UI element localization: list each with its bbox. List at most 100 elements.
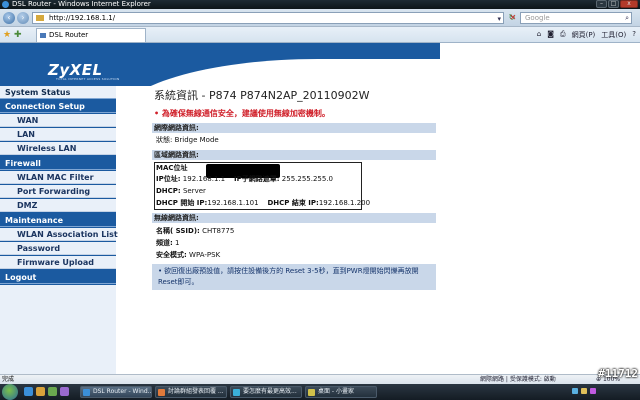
dhcp-start-label: DHCP 開始 IP: [156, 199, 208, 207]
lan-dhcp-row: DHCP: Server [156, 186, 206, 196]
dhcp-end-label: DHCP 結束 IP: [267, 199, 319, 207]
dhcp-end-value: 192.168.1.200 [318, 199, 371, 207]
address-toolbar: ‹ › http://192.168.1.1/ ▾ ↻ ✕ Google ⌕ [0, 9, 640, 27]
sidebar-item-port-forwarding[interactable]: Port Forwarding [0, 185, 116, 198]
maximize-button[interactable]: □ [608, 0, 619, 8]
volume-tray-icon[interactable] [581, 388, 587, 394]
minimize-button[interactable]: – [596, 0, 607, 8]
note-bullet-icon: • [158, 267, 163, 275]
sidebar-item-firewall[interactable]: Firewall [0, 157, 116, 170]
search-input[interactable]: Google ⌕ [520, 12, 632, 24]
lan-section-header: 區域網路資訊: [152, 150, 436, 160]
window-controls: – □ x [596, 0, 638, 9]
dropdown-icon[interactable]: ▾ [497, 14, 501, 24]
stop-icon[interactable]: ✕ [508, 13, 518, 23]
security-zone: 網際網路 | 受保護模式: 啟動 [480, 376, 556, 383]
mac-label: MAC位址 [156, 164, 188, 172]
home-icon[interactable]: ⌂ [537, 30, 541, 40]
lan-dhcp-range-row: DHCP 開始 IP:192.168.1.101 DHCP 結束 IP:192.… [156, 198, 370, 208]
url-text: http://192.168.1.1/ [49, 14, 116, 22]
dhcp-value: Server [182, 187, 206, 195]
taskbar-button-label: 討論群組發表回覆 ... [168, 388, 224, 395]
logo-tagline: TOTAL INTERNET ACCESS SOLUTION [56, 77, 120, 81]
favorites-star-icon[interactable]: ★ [3, 30, 11, 40]
wlan-security-row: 安全模式: WPA-PSK [156, 250, 220, 260]
bullet-icon: • [154, 109, 160, 118]
dhcp-label: DHCP: [156, 187, 181, 195]
wlan-ssid-row: 名稱( SSID): CHT8775 [156, 226, 234, 236]
wan-status-value: Bridge Mode [174, 136, 219, 144]
web-page: ZyXEL TOTAL INTERNET ACCESS SOLUTION Sys… [0, 43, 640, 374]
forward-button[interactable]: › [17, 12, 29, 24]
security-value: WPA-PSK [189, 251, 221, 259]
reset-note-text: 欲回復出廠預設值，請按住設備後方的 Reset 3-5秒，直到PWR燈開始閃爍再… [158, 267, 419, 286]
tab-label: DSL Router [49, 31, 89, 39]
wan-section-header: 網際網路資訊: [152, 123, 436, 133]
status-bar: 完成 網際網路 | 受保護模式: 啟動 ⊕ 100% [0, 374, 640, 384]
app-quicklaunch-icon[interactable] [60, 387, 69, 396]
ssid-value: CHT8775 [202, 227, 235, 235]
dhcp-start-value: 192.168.1.101 [207, 199, 259, 207]
ssid-label: 名稱( SSID): [156, 227, 200, 235]
sidebar-spacer [0, 285, 116, 374]
watermark: #11712 [598, 367, 638, 380]
taskbar-app-icon [83, 389, 90, 396]
wlan-channel-row: 頻道: 1 [156, 238, 180, 248]
lan-mac-row: MAC位址 [156, 163, 188, 173]
sidebar-item-logout[interactable]: Logout [0, 271, 116, 284]
taskbar-button-label: DSL Router - Wind... [93, 388, 152, 395]
taskbar-button[interactable]: 討論群組發表回覆 ... [155, 386, 227, 398]
wlan-section-header: 無線網路資訊: [152, 213, 436, 223]
tools-menu[interactable]: 工具(O) [601, 30, 626, 40]
sidebar-item-wan[interactable]: WAN [0, 114, 116, 127]
start-button[interactable] [2, 384, 18, 400]
tab-dsl-router[interactable]: DSL Router [36, 28, 146, 42]
warning-text: 為確保無線通信安全，建議使用無線加密機制。 [161, 109, 330, 118]
taskbar-app-icon [158, 389, 165, 396]
wan-status-row: 狀態: Bridge Mode [156, 135, 219, 145]
system-tray [572, 388, 596, 394]
sidebar-item-firmware-upload[interactable]: Firmware Upload [0, 256, 116, 269]
feeds-icon[interactable]: ◙ [547, 30, 554, 40]
network-tray-icon[interactable] [572, 388, 578, 394]
explorer-quicklaunch-icon[interactable] [36, 387, 45, 396]
channel-value: 1 [175, 239, 180, 247]
app-tray-icon[interactable] [590, 388, 596, 394]
close-button[interactable]: x [620, 0, 638, 8]
add-favorite-icon[interactable]: ✚ [14, 30, 22, 40]
wan-status-label: 狀態: [156, 136, 173, 144]
search-icon[interactable]: ⌕ [625, 13, 629, 23]
media-quicklaunch-icon[interactable] [48, 387, 57, 396]
address-input[interactable]: http://192.168.1.1/ ▾ [32, 12, 504, 24]
taskbar-button[interactable]: 要怎麼有最更高效... [230, 386, 302, 398]
command-bar: ⌂ ◙ ⎙ 網頁(P) 工具(O) ? [537, 30, 636, 40]
taskbar: DSL Router - Wind... 討論群組發表回覆 ... 要怎麼有最更高效… [0, 384, 640, 400]
sidebar-item-password[interactable]: Password [0, 242, 116, 255]
sidebar-item-lan[interactable]: LAN [0, 128, 116, 141]
sidebar-item-dmz[interactable]: DMZ [0, 199, 116, 212]
sidebar-item-connection-setup[interactable]: Connection Setup [0, 100, 116, 113]
taskbar-app-icon [308, 389, 315, 396]
lan-ip-row: IP位址: 192.168.1.1 IP子網路遮罩: 255.255.255.0 [156, 174, 333, 184]
taskbar-button-label: 桌面 - 小畫家 [318, 388, 354, 395]
window-title: DSL Router - Windows Internet Explorer [12, 0, 151, 8]
ie-quicklaunch-icon[interactable] [24, 387, 33, 396]
sidebar-item-wlan-association-list[interactable]: WLAN Association List [0, 228, 118, 241]
taskbar-button-label: 要怎麼有最更高效... [243, 388, 297, 395]
page-menu[interactable]: 網頁(P) [572, 30, 596, 40]
back-button[interactable]: ‹ [3, 12, 15, 24]
sidebar-item-wlan-mac-filter[interactable]: WLAN MAC Filter [0, 171, 116, 184]
status-text: 完成 [2, 376, 15, 383]
security-label: 安全模式: [156, 251, 187, 259]
help-icon[interactable]: ? [632, 30, 636, 40]
mask-label: IP子網路遮罩: [234, 175, 280, 183]
sidebar-item-wireless-lan[interactable]: Wireless LAN [0, 142, 116, 155]
taskbar-button[interactable]: DSL Router - Wind... [80, 386, 152, 398]
taskbar-button[interactable]: 桌面 - 小畫家 [305, 386, 377, 398]
tab-page-icon [40, 33, 46, 38]
ip-label: IP位址: [156, 175, 181, 183]
print-icon[interactable]: ⎙ [560, 30, 566, 40]
sidebar-item-maintenance[interactable]: Maintenance [0, 214, 116, 227]
sidebar: System Status Connection Setup WAN LAN Wirel… [0, 86, 118, 374]
sidebar-item-system-status[interactable]: System Status [0, 86, 116, 99]
